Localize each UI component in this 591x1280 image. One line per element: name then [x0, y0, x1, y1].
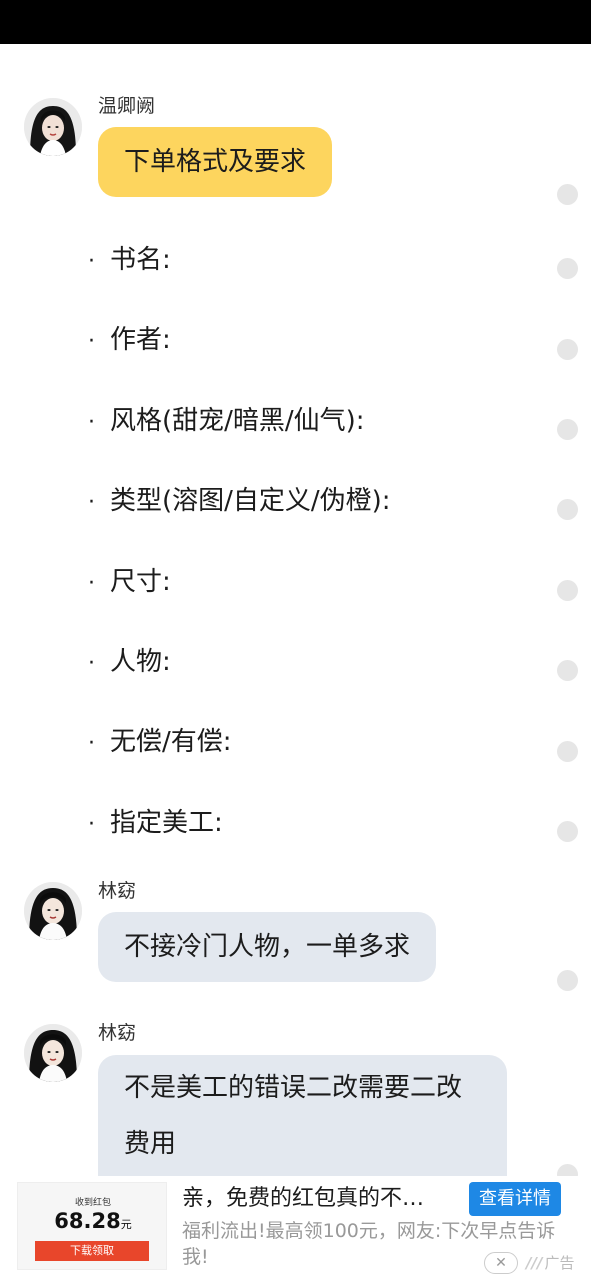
message-text: 不接冷门人物，一单多求	[124, 932, 411, 962]
order-field-label: 指定美工:	[110, 808, 223, 838]
message-bubble[interactable]: 不接冷门人物，一单多求	[98, 912, 437, 982]
close-icon[interactable]: ✕	[484, 1252, 518, 1274]
bullet: ·	[88, 812, 95, 837]
order-field: · 无偿/有偿:	[88, 722, 232, 764]
avatar[interactable]	[24, 1024, 82, 1082]
status-dot-icon[interactable]	[557, 339, 578, 360]
status-dot-icon[interactable]	[557, 499, 578, 520]
avatar-icon	[24, 98, 82, 156]
bullet: ·	[88, 410, 95, 435]
bullet: ·	[88, 731, 95, 756]
sender-name: 温卿阙	[98, 95, 156, 117]
status-dot-icon[interactable]	[557, 821, 578, 842]
avatar[interactable]	[24, 98, 82, 156]
order-field-label: 作者:	[110, 325, 171, 355]
status-dot-icon[interactable]	[557, 970, 578, 991]
message-text: 下单格式及要求	[124, 147, 307, 177]
bullet: ·	[88, 329, 95, 354]
ad-label: ///广告	[526, 1251, 574, 1275]
sender-name: 林窈	[98, 880, 137, 902]
ad-thumb-amount: 68.28元	[18, 1209, 168, 1233]
order-field: · 作者:	[88, 320, 171, 362]
status-dot-icon[interactable]	[557, 660, 578, 681]
bullet: ·	[88, 651, 95, 676]
ad-thumbnail[interactable]: 收到红包 68.28元 下载领取	[17, 1182, 167, 1270]
order-field-label: 尺寸:	[110, 567, 171, 597]
ad-logo-icon: ///	[526, 1254, 543, 1272]
order-field-label: 无偿/有偿:	[110, 727, 232, 757]
bullet: ·	[88, 249, 95, 274]
status-bar	[0, 0, 591, 44]
order-field: · 风格(甜宠/暗黑/仙气):	[88, 401, 365, 443]
ad-label-text: 广告	[544, 1254, 575, 1272]
ad-thumb-caption: 收到红包	[74, 1198, 111, 1208]
message-bubble[interactable]: 不是美工的错误二改需要二改费用	[98, 1055, 507, 1177]
order-field: · 书名:	[88, 240, 171, 282]
order-field-label: 书名:	[110, 245, 171, 275]
order-field: · 尺寸:	[88, 562, 171, 604]
status-dot-icon[interactable]	[557, 580, 578, 601]
message-text: 不是美工的错误二改需要二改费用	[124, 1073, 463, 1159]
status-dot-icon[interactable]	[557, 741, 578, 762]
ad-details-button[interactable]: 查看详情	[469, 1182, 561, 1216]
bullet: ·	[88, 571, 95, 596]
ad-title[interactable]: 亲，免费的红包真的不…	[182, 1184, 458, 1214]
ad-download-button[interactable]: 下载领取	[35, 1241, 149, 1261]
ad-amount-unit: 元	[120, 1218, 132, 1231]
message-bubble[interactable]: 下单格式及要求	[98, 127, 333, 197]
order-field: · 人物:	[88, 642, 171, 684]
status-dot-icon[interactable]	[557, 258, 578, 279]
order-field-label: 风格(甜宠/暗黑/仙气):	[110, 406, 365, 436]
status-dot-icon[interactable]	[557, 419, 578, 440]
avatar-icon	[24, 882, 82, 940]
order-field-label: 人物:	[110, 647, 171, 677]
order-field: · 类型(溶图/自定义/伪橙):	[88, 481, 391, 523]
avatar[interactable]	[24, 882, 82, 940]
ad-amount-value: 68.28	[54, 1209, 121, 1233]
avatar-icon	[24, 1024, 82, 1082]
status-dot-icon[interactable]	[557, 184, 578, 205]
ad-banner[interactable]: 收到红包 68.28元 下载领取 亲，免费的红包真的不… 查看详情 福利流出!最…	[0, 1176, 591, 1280]
sender-name: 林窈	[98, 1022, 137, 1044]
bullet: ·	[88, 490, 95, 515]
order-field: · 指定美工:	[88, 803, 223, 845]
order-field-label: 类型(溶图/自定义/伪橙):	[110, 486, 391, 516]
